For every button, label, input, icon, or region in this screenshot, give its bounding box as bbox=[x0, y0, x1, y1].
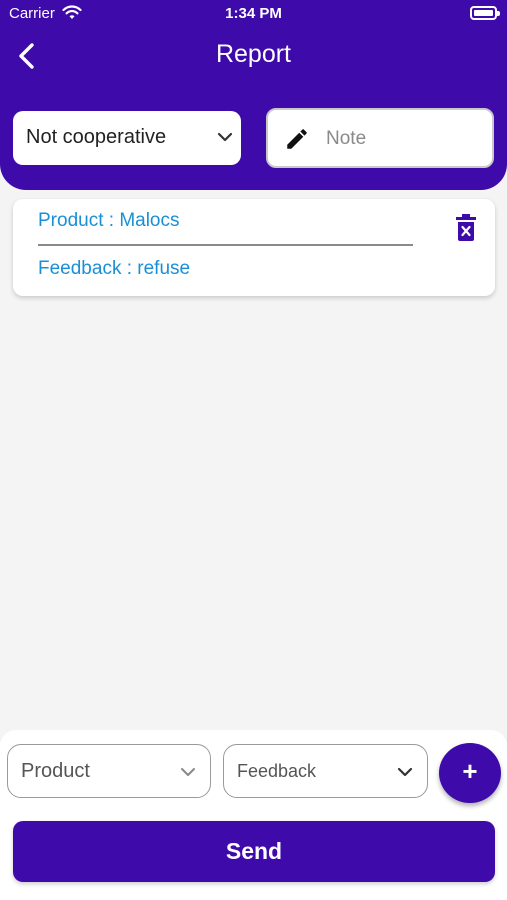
status-dropdown-value: Not cooperative bbox=[26, 126, 167, 148]
product-dropdown[interactable]: Product bbox=[7, 744, 211, 798]
product-dropdown-value: Product bbox=[21, 760, 90, 782]
status-bar: Carrier 1:34 PM bbox=[0, 0, 507, 30]
report-item-card: Product : Malocs Feedback : refuse bbox=[13, 199, 495, 296]
card-divider bbox=[38, 244, 413, 246]
chevron-down-icon bbox=[397, 764, 413, 785]
send-button[interactable]: Send bbox=[13, 821, 495, 882]
feedback-dropdown-value: Feedback bbox=[237, 761, 317, 781]
clock: 1:34 PM bbox=[225, 5, 282, 22]
header: Carrier 1:34 PM Report Not cooperative bbox=[0, 0, 507, 190]
note-field[interactable] bbox=[266, 108, 494, 168]
battery-icon bbox=[470, 6, 500, 20]
feedback-dropdown[interactable]: Feedback bbox=[223, 744, 428, 798]
delete-item-button[interactable] bbox=[453, 214, 479, 247]
add-item-button[interactable]: + bbox=[439, 743, 501, 803]
report-item-product: Product : Malocs bbox=[38, 210, 180, 231]
plus-icon: + bbox=[462, 756, 478, 786]
page-title: Report bbox=[215, 40, 292, 68]
report-item-feedback: Feedback : refuse bbox=[38, 258, 191, 279]
note-input[interactable] bbox=[326, 125, 481, 153]
status-dropdown[interactable]: Not cooperative bbox=[13, 111, 241, 165]
chevron-down-icon bbox=[180, 764, 196, 785]
pencil-icon bbox=[284, 126, 310, 157]
trash-icon bbox=[456, 214, 476, 241]
chevron-down-icon bbox=[217, 129, 233, 150]
